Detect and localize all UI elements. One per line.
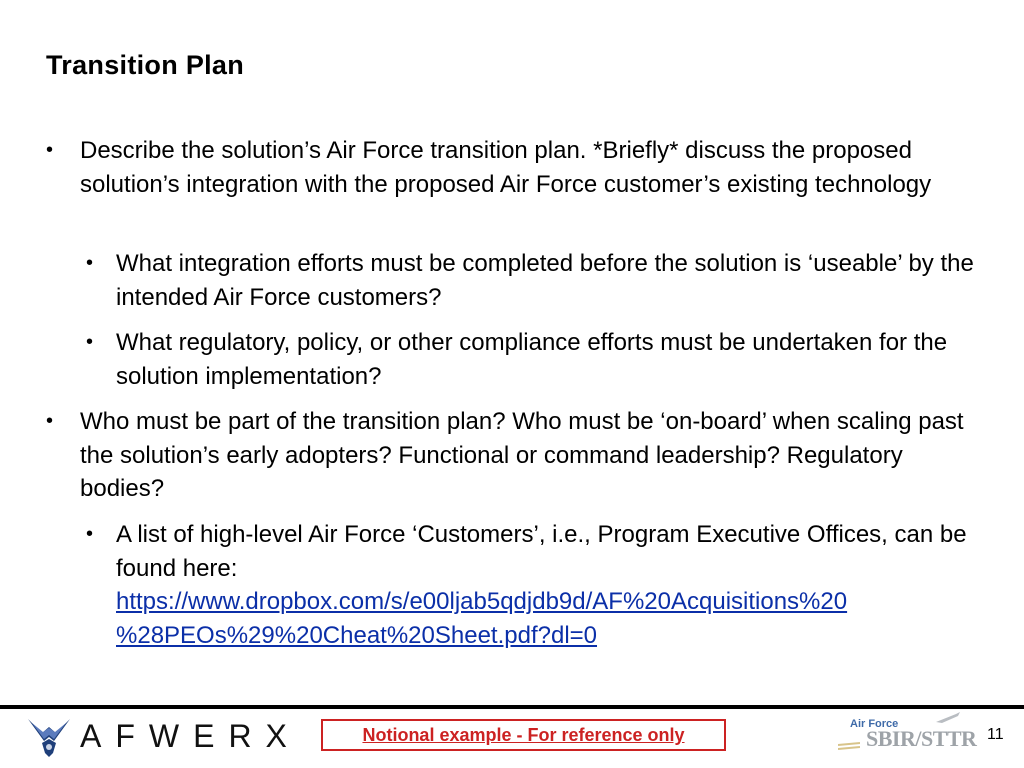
sbir-text: SBIR/STTR bbox=[866, 726, 977, 751]
sbir-sttr-logo: Air Force SBIR/STTR bbox=[836, 712, 977, 760]
bullet-icon: • bbox=[46, 139, 54, 161]
sub-bullet-text: What regulatory, policy, or other compli… bbox=[116, 329, 948, 390]
bullet-item: • Describe the solution’s Air Force tran… bbox=[46, 134, 980, 201]
biplane-icon bbox=[838, 742, 860, 750]
jet-icon bbox=[936, 712, 960, 723]
sub-bullet-text: A list of high-level Air Force ‘Customer… bbox=[116, 521, 967, 582]
bullet-item: • Who must be part of the transition pla… bbox=[46, 405, 980, 506]
bullet-icon: • bbox=[86, 252, 94, 274]
air-force-wings-icon bbox=[28, 719, 70, 757]
sub-bullet-item: • What regulatory, policy, or other comp… bbox=[86, 326, 996, 393]
sub-bullet-item: • What integration efforts must be compl… bbox=[86, 247, 996, 314]
bullet-icon: • bbox=[86, 331, 94, 353]
bullet-icon: • bbox=[86, 523, 94, 545]
sub-bullet-text: What integration efforts must be complet… bbox=[116, 250, 974, 311]
bullet-icon: • bbox=[46, 410, 54, 432]
sub-bullet-item: • A list of high-level Air Force ‘Custom… bbox=[86, 518, 996, 652]
peo-cheat-sheet-link[interactable]: https://www.dropbox.com/s/e00ljab5qdjdb9… bbox=[116, 588, 847, 649]
afwerx-text: AFWERX bbox=[80, 718, 301, 754]
afwerx-logo: AFWERX bbox=[80, 718, 301, 755]
slide-title: Transition Plan bbox=[46, 50, 245, 80]
notional-example-notice: Notional example - For reference only bbox=[321, 719, 726, 751]
bullet-text: Describe the solution’s Air Force transi… bbox=[80, 137, 932, 198]
footer-divider bbox=[0, 705, 1024, 709]
page-number: 11 bbox=[987, 726, 1004, 743]
bullet-text: Who must be part of the transition plan?… bbox=[80, 408, 964, 502]
notice-text: Notional example - For reference only bbox=[362, 725, 685, 745]
